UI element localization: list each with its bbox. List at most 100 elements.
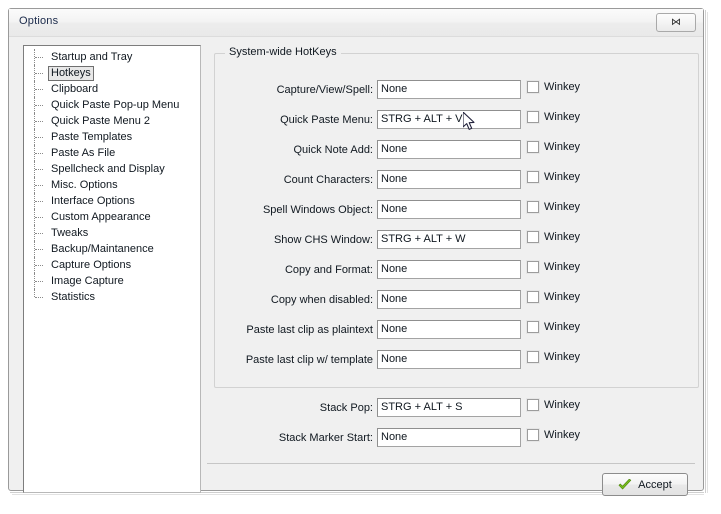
winkey-checkbox-spell-windows-object[interactable]: Winkey bbox=[527, 201, 580, 213]
winkey-checkbox-copy-and-format[interactable]: Winkey bbox=[527, 261, 580, 273]
hotkey-input-copy-when-disabled[interactable]: None bbox=[377, 290, 521, 309]
close-button[interactable]: ⋈ bbox=[656, 13, 696, 32]
hotkey-input-spell-windows-object[interactable]: None bbox=[377, 200, 521, 219]
hotkey-input-capture-view-spell[interactable]: None bbox=[377, 80, 521, 99]
system-wide-hotkeys-group: System-wide HotKeys Capture/View/Spell: N… bbox=[214, 46, 699, 447]
hotkey-input-quick-paste-menu[interactable]: STRG + ALT + V bbox=[377, 110, 521, 129]
hotkey-label-count-characters: Count Characters: bbox=[283, 174, 373, 186]
sidebar-item-misc-options[interactable]: Misc. Options bbox=[24, 177, 200, 193]
sidebar-item-label: Image Capture bbox=[51, 274, 124, 287]
tree-branch-icon bbox=[34, 129, 48, 145]
hotkey-row-quick-note-add: Quick Note Add: None Winkey bbox=[215, 140, 698, 163]
winkey-label: Winkey bbox=[544, 201, 581, 213]
tree-branch-icon bbox=[34, 65, 48, 81]
sidebar-item-paste-templates[interactable]: Paste Templates bbox=[24, 129, 200, 145]
hotkey-input-copy-and-format[interactable]: None bbox=[377, 260, 521, 279]
hotkey-row-paste-last-clip-w-template: Paste last clip w/ template None Winkey bbox=[215, 350, 698, 373]
tree-branch-icon bbox=[34, 113, 48, 129]
hotkey-row-stack-pop: Stack Pop: STRG + ALT + S Winkey bbox=[215, 398, 698, 421]
hotkey-label-show-chs-window: Show CHS Window: bbox=[273, 234, 373, 246]
sidebar-item-label: Misc. Options bbox=[51, 178, 118, 191]
window-shadow bbox=[12, 494, 704, 495]
window-shadow bbox=[707, 12, 708, 493]
checkbox-icon bbox=[527, 429, 539, 441]
checkbox-icon bbox=[527, 351, 539, 363]
hotkey-input-count-characters[interactable]: None bbox=[377, 170, 521, 189]
sidebar-item-custom-appearance[interactable]: Custom Appearance bbox=[24, 209, 200, 225]
sidebar-item-label: Hotkeys bbox=[48, 65, 94, 81]
winkey-checkbox-copy-when-disabled[interactable]: Winkey bbox=[527, 291, 580, 303]
hotkey-input-paste-last-clip-as-plaintext[interactable]: None bbox=[377, 320, 521, 339]
tree-branch-icon bbox=[34, 193, 48, 209]
sidebar-item-label: Startup and Tray bbox=[51, 50, 133, 63]
sidebar-item-hotkeys[interactable]: Hotkeys bbox=[24, 65, 200, 81]
hotkey-label-stack-marker-start: Stack Marker Start: bbox=[278, 432, 373, 444]
winkey-checkbox-show-chs-window[interactable]: Winkey bbox=[527, 231, 580, 243]
hotkey-label-capture-view-spell: Capture/View/Spell: bbox=[276, 84, 373, 96]
hotkey-row-capture-view-spell: Capture/View/Spell: None Winkey bbox=[215, 80, 698, 103]
winkey-checkbox-count-characters[interactable]: Winkey bbox=[527, 171, 580, 183]
tree-branch-icon bbox=[34, 225, 48, 241]
checkmark-icon bbox=[618, 478, 632, 489]
tree-branch-icon bbox=[34, 289, 48, 305]
winkey-checkbox-capture-view-spell[interactable]: Winkey bbox=[527, 81, 580, 93]
settings-tree-panel[interactable]: Startup and Tray Hotkeys Clipboard Quick Pa… bbox=[23, 45, 201, 493]
hotkey-label-quick-paste-menu: Quick Paste Menu: bbox=[280, 114, 373, 126]
hotkey-label-copy-when-disabled: Copy when disabled: bbox=[270, 294, 373, 306]
hotkey-row-spell-windows-object: Spell Windows Object: None Winkey bbox=[215, 200, 698, 223]
checkbox-icon bbox=[527, 81, 539, 93]
group-title: System-wide HotKeys bbox=[225, 46, 341, 58]
tree-branch-icon bbox=[34, 241, 48, 257]
screenshot-root: Options ⋈ Startup and Tray Hotkeys Clipboa… bbox=[0, 0, 721, 514]
settings-content-panel: System-wide HotKeys Capture/View/Spell: N… bbox=[207, 45, 699, 496]
hotkey-input-quick-note-add[interactable]: None bbox=[377, 140, 521, 159]
winkey-checkbox-stack-pop[interactable]: Winkey bbox=[527, 399, 580, 411]
hotkey-row-count-characters: Count Characters: None Winkey bbox=[215, 170, 698, 193]
dialog-body: Startup and Tray Hotkeys Clipboard Quick Pa… bbox=[9, 37, 703, 496]
sidebar-item-statistics[interactable]: Statistics bbox=[24, 289, 200, 305]
tree-branch-icon bbox=[34, 257, 48, 273]
hotkey-input-stack-marker-start[interactable]: None bbox=[377, 428, 521, 447]
checkbox-icon bbox=[527, 321, 539, 333]
sidebar-item-paste-as-file[interactable]: Paste As File bbox=[24, 145, 200, 161]
hotkey-input-show-chs-window[interactable]: STRG + ALT + W bbox=[377, 230, 521, 249]
hotkey-input-stack-pop[interactable]: STRG + ALT + S bbox=[377, 398, 521, 417]
sidebar-item-label: Spellcheck and Display bbox=[51, 162, 165, 175]
hotkey-input-paste-last-clip-w-template[interactable]: None bbox=[377, 350, 521, 369]
sidebar-item-quick-paste-pop-up-menu[interactable]: Quick Paste Pop-up Menu bbox=[24, 97, 200, 113]
checkbox-icon bbox=[527, 261, 539, 273]
tree-branch-icon bbox=[34, 49, 48, 65]
winkey-checkbox-quick-paste-menu[interactable]: Winkey bbox=[527, 111, 580, 123]
tree-branch-icon bbox=[34, 273, 48, 289]
winkey-checkbox-paste-last-clip-as-plaintext[interactable]: Winkey bbox=[527, 321, 580, 333]
winkey-label: Winkey bbox=[544, 171, 581, 183]
sidebar-item-spellcheck-and-display[interactable]: Spellcheck and Display bbox=[24, 161, 200, 177]
tree-branch-icon bbox=[34, 209, 48, 225]
hotkey-label-stack-pop: Stack Pop: bbox=[319, 402, 373, 414]
winkey-label: Winkey bbox=[544, 291, 581, 303]
sidebar-item-backup-maintanence[interactable]: Backup/Maintanence bbox=[24, 241, 200, 257]
winkey-checkbox-stack-marker-start[interactable]: Winkey bbox=[527, 429, 580, 441]
sidebar-item-tweaks[interactable]: Tweaks bbox=[24, 225, 200, 241]
sidebar-item-startup-and-tray[interactable]: Startup and Tray bbox=[24, 49, 200, 65]
sidebar-item-label: Tweaks bbox=[51, 226, 89, 239]
winkey-label: Winkey bbox=[544, 399, 581, 411]
winkey-checkbox-quick-note-add[interactable]: Winkey bbox=[527, 141, 580, 153]
sidebar-item-capture-options[interactable]: Capture Options bbox=[24, 257, 200, 273]
sidebar-item-image-capture[interactable]: Image Capture bbox=[24, 273, 200, 289]
sidebar-item-quick-paste-menu-2[interactable]: Quick Paste Menu 2 bbox=[24, 113, 200, 129]
accept-button[interactable]: Accept bbox=[602, 473, 688, 496]
sidebar-item-clipboard[interactable]: Clipboard bbox=[24, 81, 200, 97]
hotkey-row-show-chs-window: Show CHS Window: STRG + ALT + W Winkey bbox=[215, 230, 698, 253]
hotkey-label-quick-note-add: Quick Note Add: bbox=[293, 144, 374, 156]
footer-divider bbox=[207, 463, 695, 464]
checkbox-icon bbox=[527, 231, 539, 243]
hotkey-row-stack-marker-start: Stack Marker Start: None Winkey bbox=[215, 428, 698, 451]
winkey-checkbox-paste-last-clip-w-template[interactable]: Winkey bbox=[527, 351, 580, 363]
title-bar: Options ⋈ bbox=[9, 9, 703, 37]
checkbox-icon bbox=[527, 201, 539, 213]
tree-branch-icon bbox=[34, 177, 48, 193]
hotkey-row-paste-last-clip-as-plaintext: Paste last clip as plaintext None Winkey bbox=[215, 320, 698, 343]
sidebar-item-interface-options[interactable]: Interface Options bbox=[24, 193, 200, 209]
checkbox-icon bbox=[527, 291, 539, 303]
